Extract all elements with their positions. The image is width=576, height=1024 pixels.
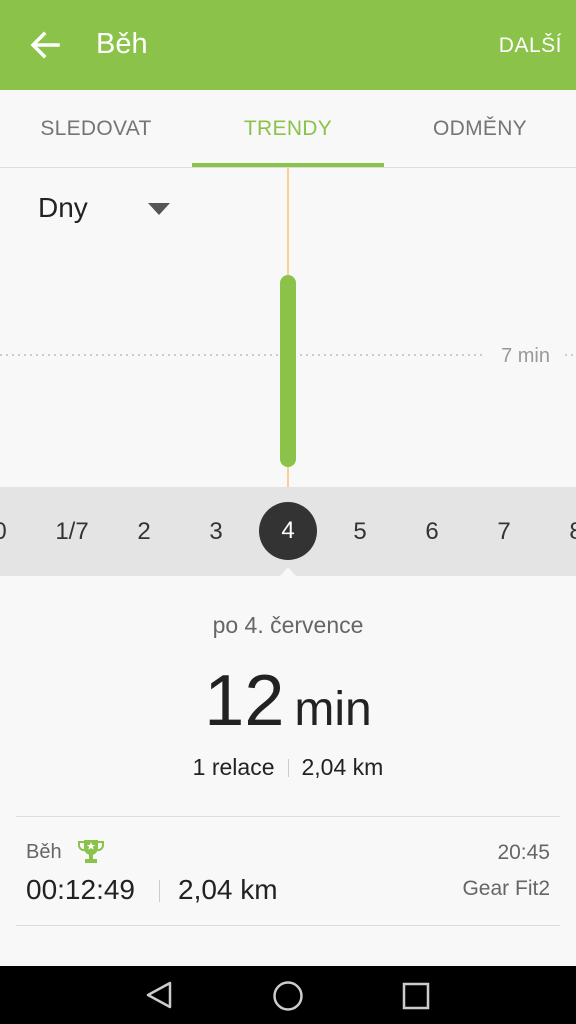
record-time: 20:45 [497,841,550,864]
date-label[interactable]: 0 [0,487,30,576]
app-bar: Běh DALŠÍ [0,0,576,90]
system-nav-bar [0,966,576,1024]
duration-unit: min [294,683,372,736]
date-label[interactable]: 6 [402,487,462,576]
divider [16,925,560,926]
divider [16,816,560,817]
date-selected[interactable]: 4 [259,502,317,560]
period-dropdown[interactable]: Dny [38,192,88,224]
session-count: 1 relace [192,754,275,780]
separator [159,880,160,902]
date-label[interactable]: 7 [474,487,534,576]
nav-back-icon[interactable] [142,980,176,1010]
dropdown-arrow-icon[interactable] [148,203,170,215]
duration-value: 12 [204,661,285,741]
record-activity: Běh [26,841,62,863]
tab-rewards[interactable]: ODMĚNY [384,90,576,167]
record-duration: 00:12:49 [26,874,135,905]
more-button[interactable]: DALŠÍ [499,34,562,58]
nav-home-icon[interactable] [271,979,305,1013]
date-label[interactable]: 3 [186,487,246,576]
tab-bar: SLEDOVAT TRENDY ODMĚNY [0,90,576,168]
tab-trends[interactable]: TRENDY [192,90,384,167]
date-label[interactable]: 1/7 [42,487,102,576]
reference-line-label: 7 min [501,345,550,367]
tab-indicator [192,163,384,167]
summary-duration: 12 min [0,660,576,742]
nav-recents-icon[interactable] [400,980,432,1012]
date-selector-strip[interactable]: 01/72345678 [0,487,576,576]
trophy-icon [78,840,104,863]
date-label[interactable]: 8 [546,487,576,576]
trend-chart[interactable]: 7 min Dny [0,168,576,487]
back-button[interactable] [22,22,68,68]
selection-pointer [280,567,296,576]
page-title: Běh [96,28,148,60]
chart-bar [280,275,296,467]
tab-track[interactable]: SLEDOVAT [0,90,192,167]
summary-date: po 4. července [212,612,364,638]
summary-distance: 2,04 km [301,754,384,780]
date-label[interactable]: 2 [114,487,174,576]
record-device: Gear Fit2 [462,877,550,900]
arrow-back-icon [30,31,60,59]
separator [287,759,289,777]
date-label[interactable]: 5 [330,487,390,576]
record-distance: 2,04 km [178,874,278,905]
summary-meta: 1 relace 2,04 km [0,754,576,781]
